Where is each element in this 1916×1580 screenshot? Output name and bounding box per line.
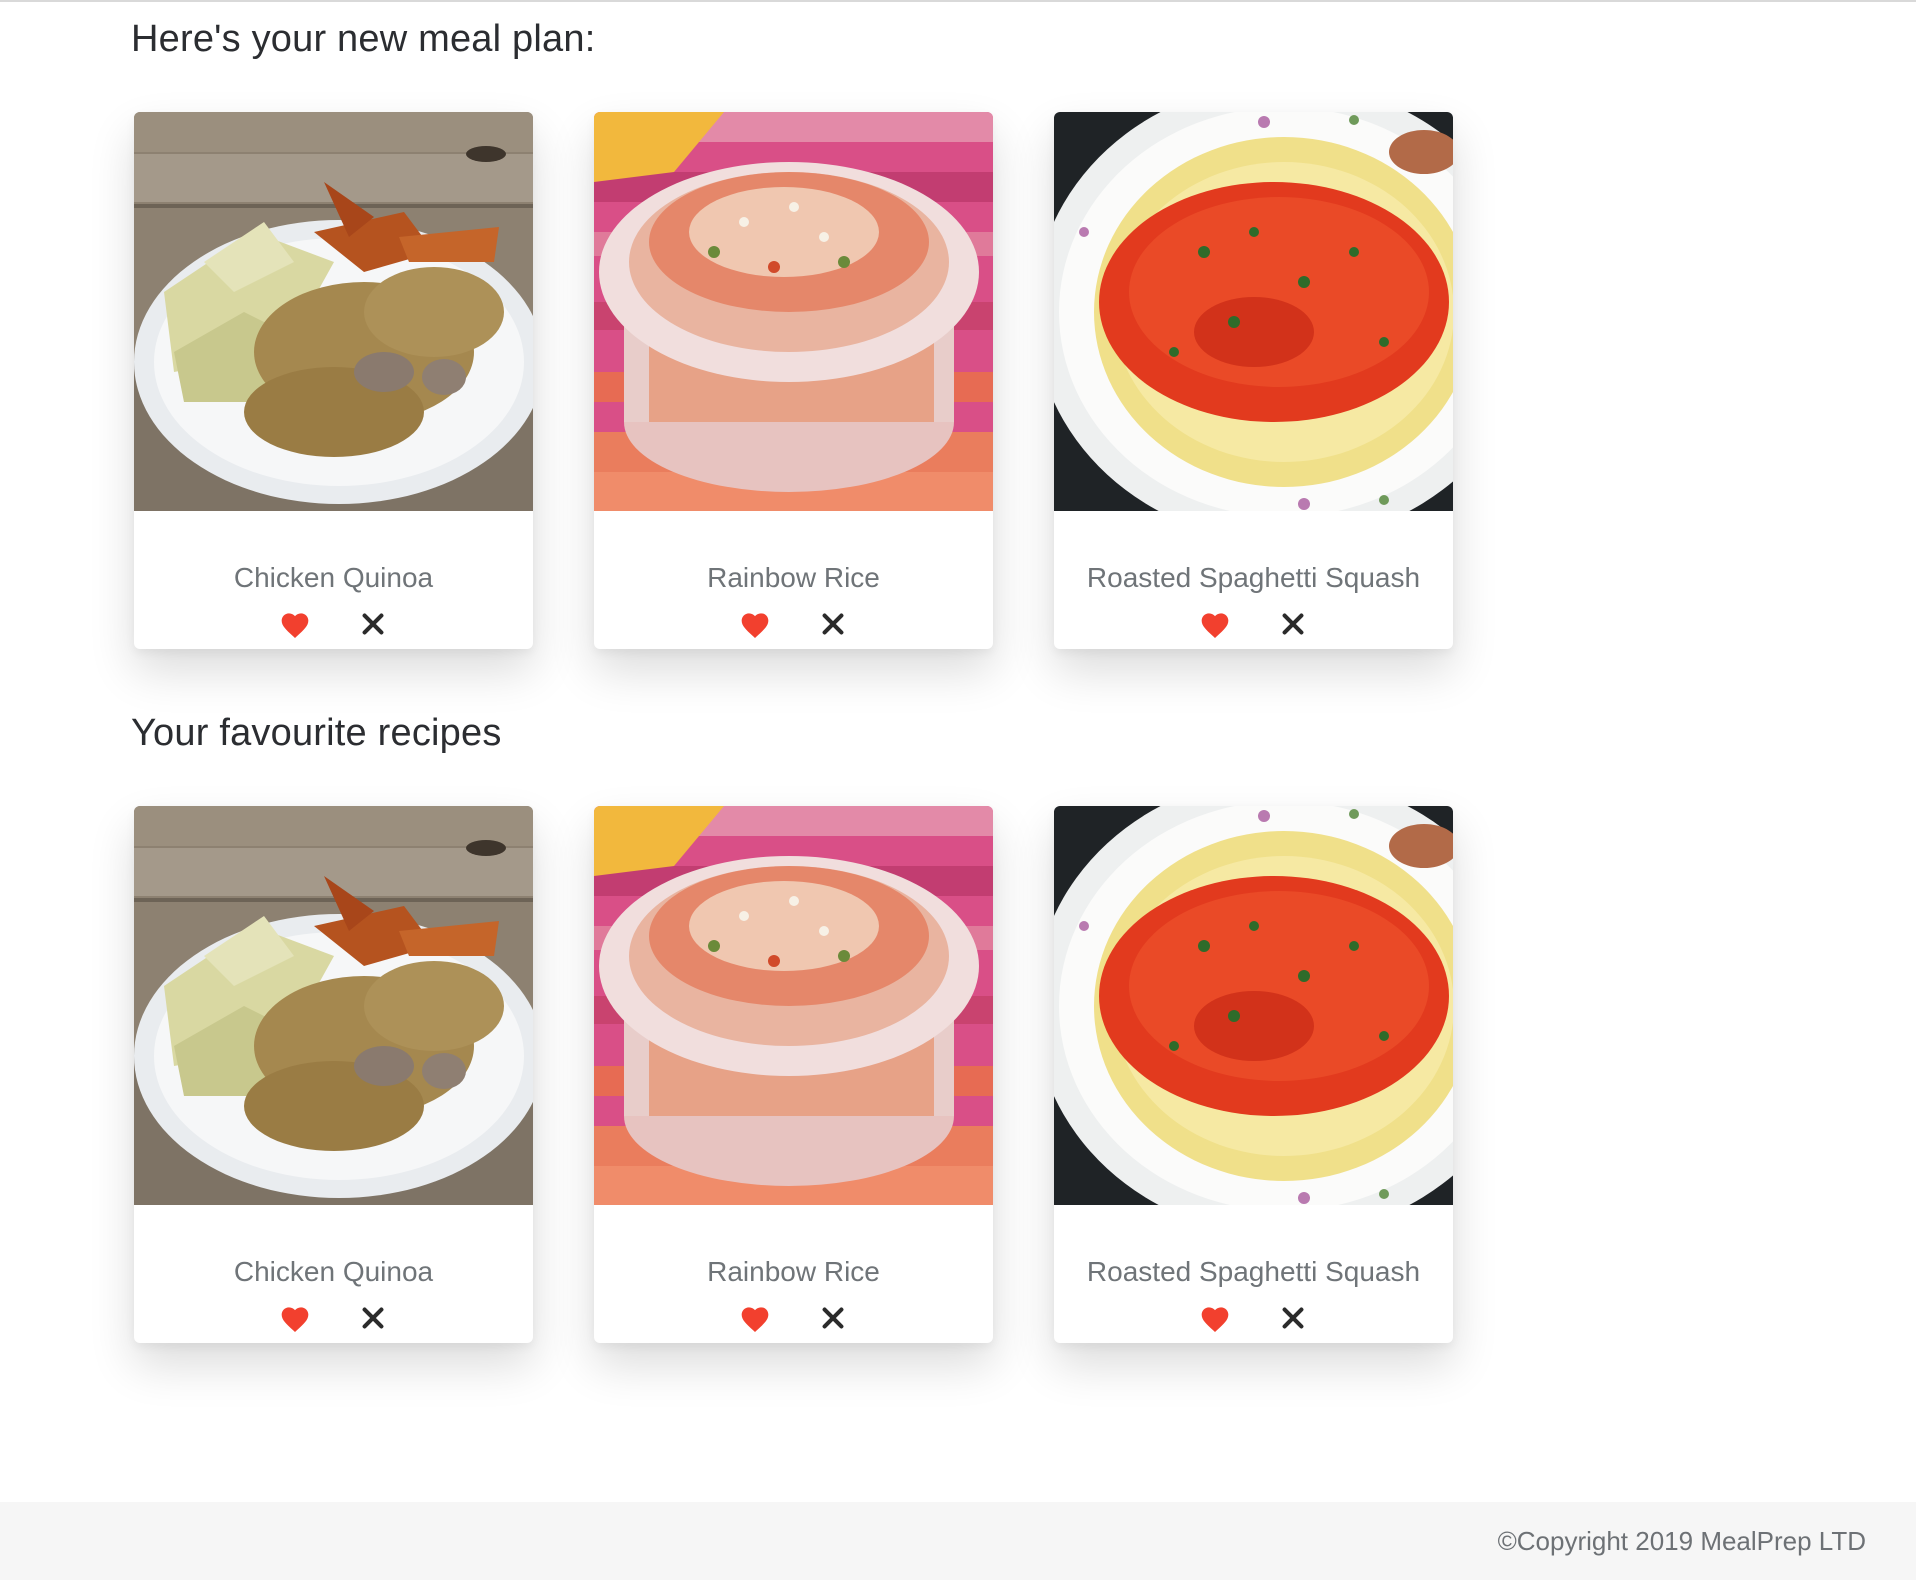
recipe-card[interactable]: Chicken Quinoa: [134, 112, 533, 649]
recipe-title[interactable]: Roasted Spaghetti Squash: [1054, 1256, 1453, 1288]
close-icon[interactable]: [815, 1300, 851, 1336]
chicken-quinoa-photo[interactable]: [134, 806, 533, 1205]
top-divider: [0, 0, 1916, 2]
recipe-card[interactable]: Chicken Quinoa: [134, 806, 533, 1343]
recipe-title[interactable]: Rainbow Rice: [594, 1256, 993, 1288]
copyright-text: ©Copyright 2019 MealPrep LTD: [1497, 1526, 1866, 1556]
recipe-title[interactable]: Rainbow Rice: [594, 562, 993, 594]
heart-icon[interactable]: [737, 606, 773, 642]
heart-icon[interactable]: [277, 1300, 313, 1336]
favourites-title: Your favourite recipes: [131, 712, 502, 754]
spaghetti-squash-photo[interactable]: [1054, 806, 1453, 1205]
recipe-actions: [1054, 1300, 1453, 1336]
recipe-actions: [134, 1300, 533, 1336]
close-icon[interactable]: [1275, 1300, 1311, 1336]
chicken-quinoa-photo[interactable]: [134, 112, 533, 511]
favourites-grid: Chicken Quinoa Rainbow Rice Roasted Spag…: [134, 806, 1453, 1343]
heart-icon[interactable]: [1197, 1300, 1233, 1336]
close-icon[interactable]: [355, 606, 391, 642]
heart-icon[interactable]: [277, 606, 313, 642]
recipe-title[interactable]: Chicken Quinoa: [134, 562, 533, 594]
rainbow-rice-photo[interactable]: [594, 806, 993, 1205]
recipe-card[interactable]: Rainbow Rice: [594, 112, 993, 649]
meal-plan-title: Here's your new meal plan:: [131, 18, 596, 60]
recipe-actions: [1054, 606, 1453, 642]
recipe-actions: [134, 606, 533, 642]
recipe-actions: [594, 1300, 993, 1336]
rainbow-rice-photo[interactable]: [594, 112, 993, 511]
page: Here's your new meal plan: Chicken Quino…: [0, 0, 1916, 1580]
recipe-card[interactable]: Roasted Spaghetti Squash: [1054, 806, 1453, 1343]
footer: ©Copyright 2019 MealPrep LTD: [0, 1502, 1916, 1580]
heart-icon[interactable]: [1197, 606, 1233, 642]
close-icon[interactable]: [815, 606, 851, 642]
close-icon[interactable]: [1275, 606, 1311, 642]
recipe-card[interactable]: Rainbow Rice: [594, 806, 993, 1343]
recipe-actions: [594, 606, 993, 642]
recipe-card[interactable]: Roasted Spaghetti Squash: [1054, 112, 1453, 649]
close-icon[interactable]: [355, 1300, 391, 1336]
recipe-title[interactable]: Roasted Spaghetti Squash: [1054, 562, 1453, 594]
recipe-title[interactable]: Chicken Quinoa: [134, 1256, 533, 1288]
heart-icon[interactable]: [737, 1300, 773, 1336]
spaghetti-squash-photo[interactable]: [1054, 112, 1453, 511]
meal-plan-grid: Chicken Quinoa Rainbow Rice Roasted Spag…: [134, 112, 1453, 649]
